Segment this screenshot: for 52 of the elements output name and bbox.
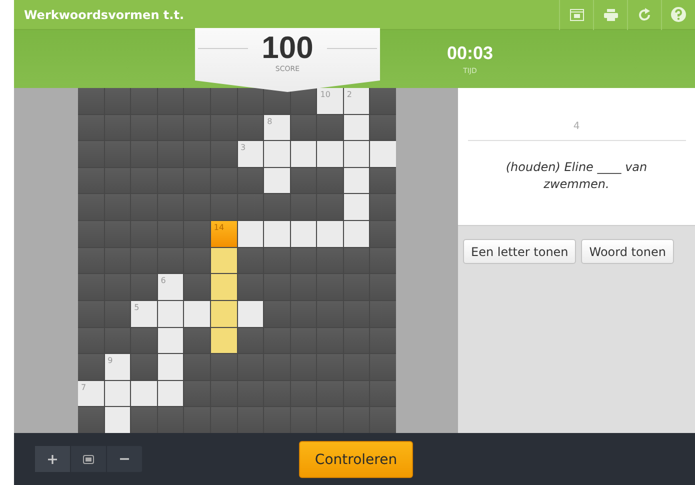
- open-cell[interactable]: [344, 141, 370, 167]
- open-cell[interactable]: [158, 354, 184, 380]
- clue-text: (houden) Eline ____ van zwemmen.: [504, 159, 648, 193]
- open-cell[interactable]: [158, 300, 184, 327]
- open-cell[interactable]: [317, 221, 343, 247]
- open-cell[interactable]: 3: [238, 141, 264, 167]
- highlighted-cell[interactable]: [210, 300, 236, 327]
- open-cell[interactable]: 2: [344, 88, 370, 114]
- open-cell[interactable]: [264, 221, 290, 247]
- open-cell[interactable]: [317, 141, 343, 167]
- screen-icon: [83, 454, 94, 464]
- highlighted-cell[interactable]: [210, 328, 236, 354]
- timer-value: 00:03: [446, 43, 494, 64]
- open-cell[interactable]: [290, 141, 316, 167]
- open-cell[interactable]: [158, 380, 184, 406]
- plus-icon: [48, 454, 57, 464]
- refresh-icon: [638, 8, 652, 22]
- open-cell[interactable]: [238, 221, 264, 247]
- hint-button[interactable]: Een letter tonen: [463, 239, 576, 264]
- open-cell[interactable]: [238, 300, 264, 327]
- help-icon: [671, 7, 686, 22]
- open-cell[interactable]: [344, 221, 370, 247]
- check-button[interactable]: Controleren: [299, 441, 413, 478]
- open-cell[interactable]: 9: [104, 354, 130, 380]
- highlighted-cell[interactable]: [210, 274, 236, 300]
- score-value: 100: [262, 31, 314, 65]
- hint-button[interactable]: Woord tonen: [581, 239, 674, 264]
- zoom-in-button[interactable]: [35, 446, 71, 472]
- open-cell[interactable]: [264, 168, 290, 194]
- open-cell[interactable]: 10: [317, 88, 343, 114]
- open-cell[interactable]: 7: [78, 380, 104, 406]
- open-cell[interactable]: [264, 141, 290, 167]
- open-cell[interactable]: [158, 328, 184, 354]
- open-cell[interactable]: [104, 407, 130, 433]
- minus-icon: [120, 458, 129, 460]
- open-cell[interactable]: [344, 168, 370, 194]
- app-title: Werkwoordsvormen t.t.: [23, 8, 186, 22]
- open-cell[interactable]: 5: [131, 300, 157, 327]
- open-cell[interactable]: [370, 141, 396, 167]
- open-cell[interactable]: [104, 380, 130, 406]
- print-icon: [604, 8, 618, 20]
- open-cell[interactable]: [131, 380, 157, 406]
- open-cell[interactable]: [184, 300, 210, 327]
- open-cell[interactable]: 8: [264, 114, 290, 140]
- active-cell[interactable]: 14: [210, 221, 236, 247]
- open-cell[interactable]: [344, 194, 370, 220]
- open-cell[interactable]: [290, 221, 316, 247]
- open-cell[interactable]: 6: [158, 274, 184, 300]
- window-icon: [570, 8, 584, 20]
- clue-number: 4: [573, 121, 580, 132]
- open-cell[interactable]: [344, 114, 370, 140]
- highlighted-cell[interactable]: [210, 248, 236, 274]
